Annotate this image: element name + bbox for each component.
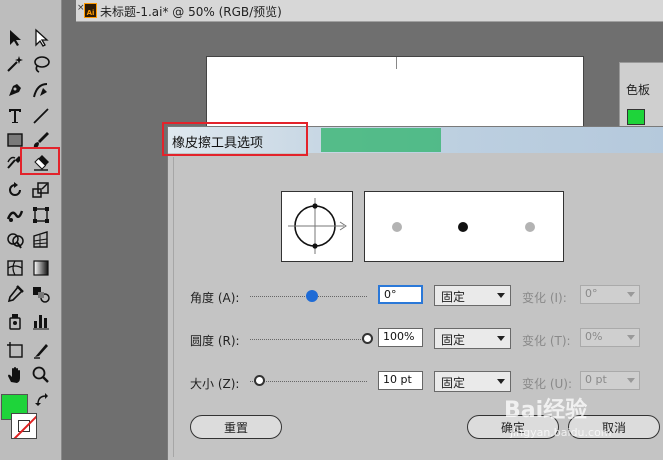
eyedropper-icon[interactable] (2, 282, 28, 306)
size-input[interactable]: 10 pt (378, 371, 423, 390)
chevron-down-icon (497, 336, 505, 341)
angle-slider-knob[interactable] (306, 290, 318, 302)
hand-icon[interactable] (2, 363, 28, 387)
roundness-label: 圆度 (R): (190, 334, 240, 348)
size-mode-select[interactable]: 固定 (434, 371, 511, 392)
type-icon[interactable] (2, 104, 28, 128)
reset-button[interactable]: 重置 (190, 415, 282, 439)
line-segment-icon[interactable] (28, 104, 54, 128)
ai-file-icon: Ai (84, 3, 97, 18)
free-transform-icon[interactable] (28, 203, 54, 227)
swap-colors-icon[interactable] (34, 392, 54, 408)
angle-mode-select[interactable]: 固定 (434, 285, 511, 306)
direct-selection-icon[interactable] (28, 26, 54, 50)
selection-icon[interactable] (2, 26, 28, 50)
roundness-slider-knob[interactable] (362, 333, 373, 344)
swatches-panel: 色板 (619, 62, 663, 132)
document-title: 未标题-1.ai* @ 50% (RGB/预览) (100, 5, 282, 19)
scale-icon[interactable] (28, 178, 54, 202)
chevron-down-icon (497, 379, 505, 384)
zoom-icon[interactable] (28, 363, 54, 387)
size-variation-input: 0 pt (580, 371, 640, 390)
size-label: 大小 (Z): (190, 377, 240, 391)
shape-builder-icon[interactable] (2, 228, 28, 252)
angle-variation-input: 0° (580, 285, 640, 304)
mesh-icon[interactable] (2, 256, 28, 280)
swatches-tab[interactable]: 色板 (626, 81, 650, 98)
baidu-watermark: Bai经验 jingyan.baidu.com (504, 398, 612, 439)
rotate-icon[interactable] (2, 178, 28, 202)
panel-color-swatch[interactable] (627, 109, 645, 125)
pen-icon[interactable] (2, 78, 28, 102)
warp-icon[interactable] (2, 203, 28, 227)
angle-label: 角度 (A): (190, 291, 240, 305)
magic-wand-icon[interactable] (2, 52, 28, 76)
brush-size-preview (364, 191, 564, 262)
stroke-color-swatch[interactable] (11, 413, 37, 439)
chevron-down-icon (627, 292, 635, 297)
curvature-icon[interactable] (28, 78, 54, 102)
chevron-down-icon (497, 293, 505, 298)
gradient-icon[interactable] (28, 256, 54, 280)
active-tool-highlight (20, 147, 60, 175)
roundness-variation-label: 变化 (T): (522, 334, 571, 348)
blend-icon[interactable] (28, 282, 54, 306)
size-variation-label: 变化 (U): (522, 377, 573, 391)
brush-shape-preview[interactable] (281, 191, 353, 262)
roundness-input[interactable]: 100% (378, 328, 423, 347)
chevron-down-icon (627, 378, 635, 383)
artboard-icon[interactable] (2, 338, 28, 362)
angle-variation-label: 变化 (I): (522, 291, 567, 305)
column-graph-icon[interactable] (28, 309, 54, 333)
symbol-sprayer-icon[interactable] (2, 309, 28, 333)
perspective-grid-icon[interactable] (28, 228, 54, 252)
title-highlight (162, 122, 308, 156)
roundness-mode-select[interactable]: 固定 (434, 328, 511, 349)
roundness-variation-input: 0% (580, 328, 640, 347)
angle-input[interactable]: 0° (378, 285, 423, 304)
chevron-down-icon (627, 335, 635, 340)
document-tab[interactable]: × Ai 未标题-1.ai* @ 50% (RGB/预览) (76, 0, 663, 22)
size-slider[interactable] (250, 381, 367, 382)
tools-panel (0, 0, 62, 460)
roundness-slider[interactable] (250, 339, 367, 340)
dialog-title-bar[interactable]: 橡皮擦工具选项 (162, 122, 663, 156)
size-slider-knob[interactable] (254, 375, 265, 386)
slice-icon[interactable] (28, 338, 54, 362)
lasso-icon[interactable] (28, 52, 54, 76)
